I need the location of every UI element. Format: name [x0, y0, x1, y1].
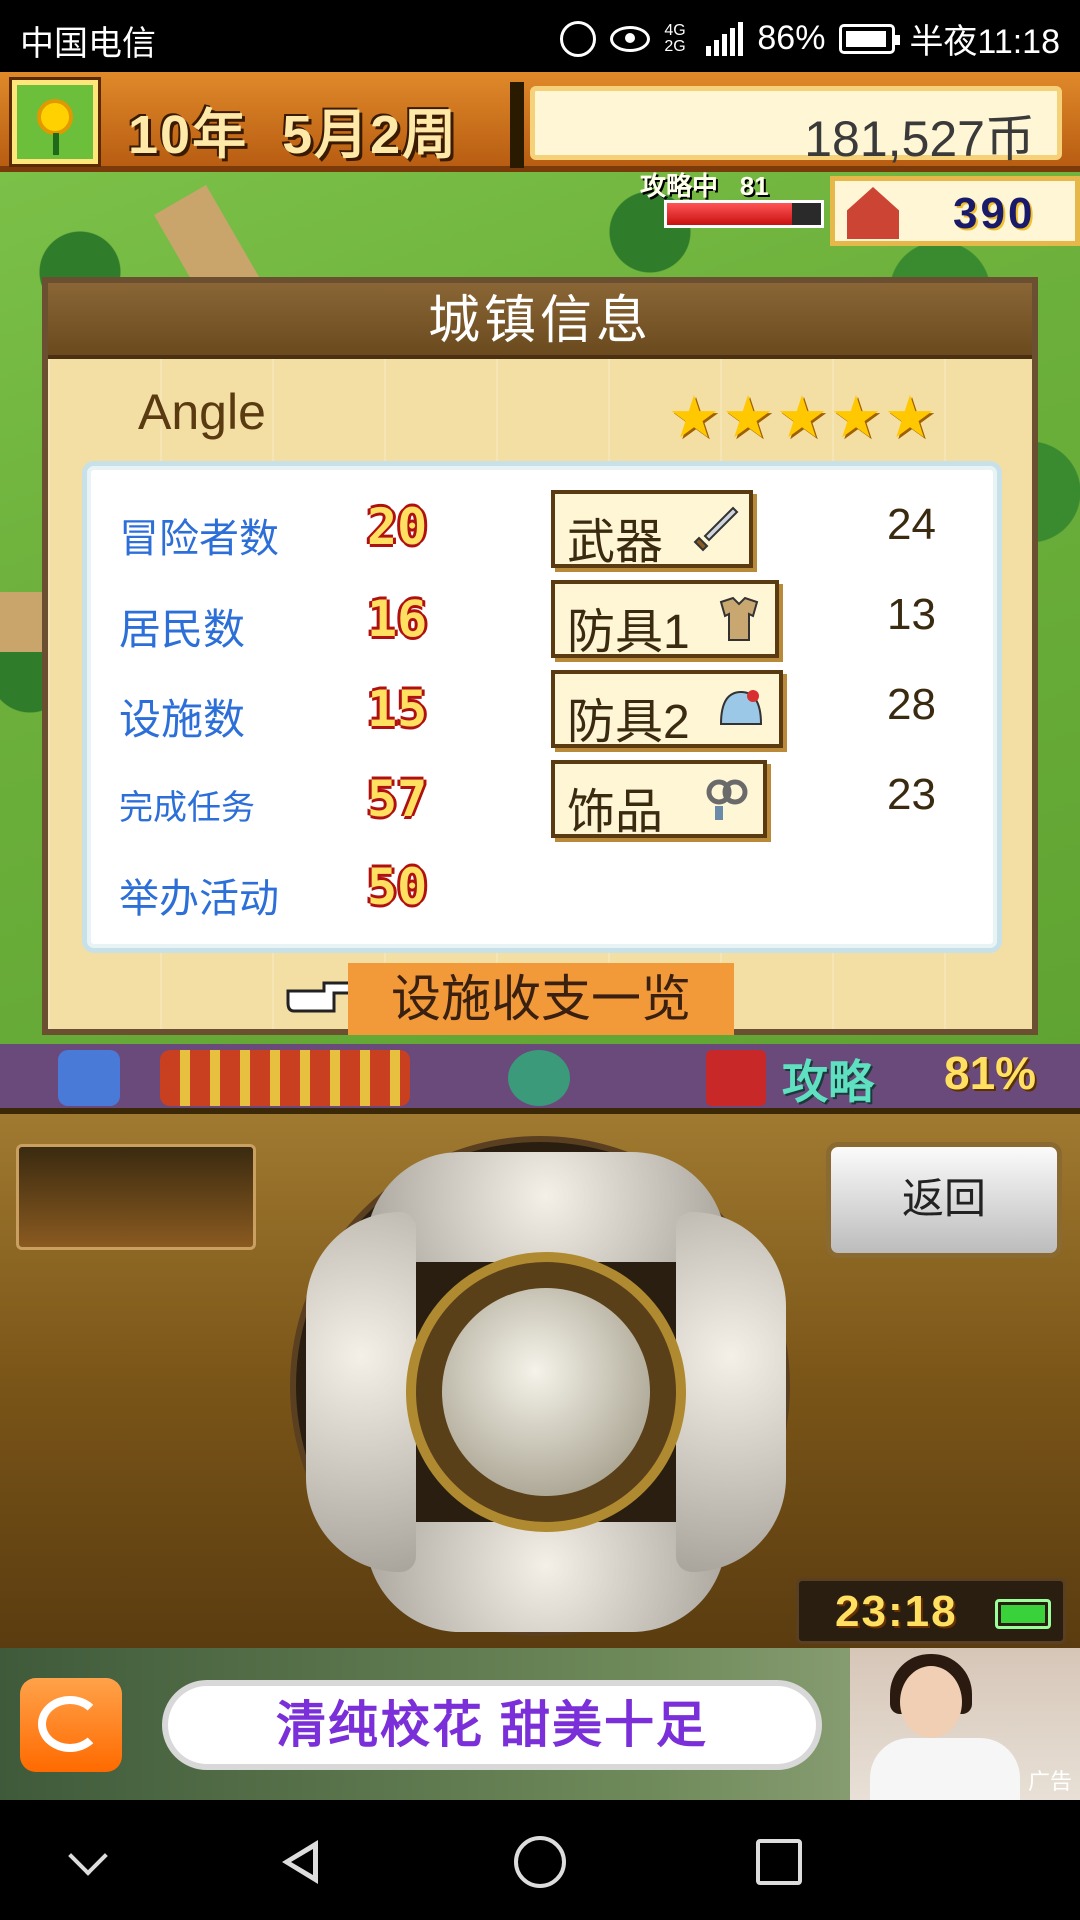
armor1-button[interactable]: 防具1	[551, 580, 779, 659]
signal-icon	[706, 21, 744, 56]
battery-icon	[839, 23, 901, 54]
clock-label: 半夜11:18	[909, 23, 1060, 61]
sword-icon	[693, 506, 739, 552]
money-display: 181,527币	[530, 86, 1062, 167]
town-stats-panel: 冒险者数 20 居民数 16 设施数 15 完成任务 57 举办活动 50 武器…	[82, 461, 1002, 953]
facility-count-label: 设施数	[119, 696, 246, 743]
siege-progress-label: 攻略中 81	[640, 171, 769, 201]
town-name: Angle	[138, 384, 266, 440]
helmet-icon	[719, 690, 763, 725]
game-date: 10年 5月2周	[128, 90, 458, 169]
ad-tag: 广告	[1027, 1769, 1072, 1794]
events-held-label: 举办活动	[119, 877, 279, 921]
accessory-icon	[706, 779, 748, 820]
population-box: 390	[830, 176, 1080, 246]
recents-nav-icon[interactable]	[756, 1839, 802, 1885]
events-held-value: 50	[367, 858, 428, 916]
pointing-hand-icon	[286, 981, 352, 1013]
quests-completed-value: 57	[367, 770, 428, 828]
game-clock-time: 23:18	[835, 1587, 958, 1636]
eye-comfort-icon	[610, 25, 651, 52]
battery-icon	[995, 1599, 1051, 1629]
home-nav-icon[interactable]	[514, 1836, 566, 1888]
armor1-count: 13	[887, 590, 936, 639]
accessory-count: 23	[887, 770, 936, 819]
town-rank-stars: ★★★★★	[668, 385, 938, 450]
hide-nav-icon[interactable]	[64, 1836, 116, 1888]
dpad-down-button[interactable]	[366, 1522, 726, 1632]
status-icons: 4G 2G 86% 半夜11:18	[560, 14, 1060, 63]
town-info-dialog: 城镇信息 Angle ★★★★★ 冒险者数 20 居民数 16 设施数 15 完…	[42, 277, 1038, 1035]
armor2-button[interactable]: 防具2	[551, 670, 783, 749]
ad-banner[interactable]: 清纯校花 甜美十足 广告	[0, 1648, 1080, 1800]
adventurer-count-value: 20	[367, 498, 428, 556]
quests-completed-label: 完成任务	[119, 789, 255, 827]
confirm-button[interactable]	[442, 1288, 650, 1496]
empty-slot	[16, 1144, 256, 1250]
back-button[interactable]: 返回	[826, 1142, 1062, 1258]
battery-percent: 86%	[757, 19, 826, 57]
town-flower-icon[interactable]	[9, 77, 101, 167]
accessory-button[interactable]: 饰品	[551, 760, 767, 839]
back-nav-icon[interactable]	[274, 1836, 326, 1888]
treasure-chest-icon	[706, 1050, 766, 1106]
dpad-left-button[interactable]	[306, 1212, 416, 1572]
weapon-button[interactable]: 武器	[551, 490, 753, 569]
dpad-up-button[interactable]	[366, 1152, 726, 1262]
controller-panel: 返回 23:18	[0, 1108, 1080, 1648]
ad-text: 清纯校花 甜美十足	[162, 1680, 822, 1770]
navigation-bar	[0, 1800, 1080, 1920]
resident-count-value: 16	[367, 590, 428, 648]
siege-progress-bar	[664, 200, 824, 228]
year-label: 10年	[128, 105, 249, 165]
population-value: 390	[953, 189, 1036, 238]
top-bar: 10年 5月2周 181,527币	[0, 72, 1080, 172]
dpad	[290, 1136, 790, 1636]
carrier-label: 中国电信	[20, 25, 156, 63]
adventurer-count-label: 冒险者数	[119, 517, 279, 561]
building-sprite-icon	[160, 1050, 410, 1106]
facility-count-value: 15	[367, 680, 428, 738]
siege-progress-fill	[667, 203, 792, 225]
weapon-count: 24	[887, 500, 936, 549]
uc-browser-logo-icon	[20, 1678, 122, 1772]
monster-sprite-icon	[508, 1050, 570, 1106]
siege-progress: 攻略中 81	[640, 171, 850, 242]
armor-icon	[719, 596, 759, 641]
siege-percent: 81%	[944, 1047, 1037, 1099]
house-icon	[847, 187, 899, 239]
month-week-label: 5月2周	[282, 105, 459, 165]
divider	[510, 82, 524, 168]
facility-balance-button[interactable]: 设施收支一览	[348, 963, 734, 1035]
game-clock: 23:18	[796, 1578, 1066, 1644]
dialog-title: 城镇信息	[48, 283, 1032, 359]
resident-count-label: 居民数	[119, 606, 246, 653]
siege-label: 攻略	[782, 1056, 874, 1108]
alarm-icon	[560, 20, 597, 57]
dpad-center-ring	[406, 1252, 686, 1532]
game-view[interactable]: 10年 5月2周 181,527币 攻略中 81 390 城镇信息 Angle …	[0, 72, 1080, 1108]
ad-photo: 广告	[850, 1648, 1080, 1800]
status-bar: 中国电信 4G 2G 86% 半夜11:18	[0, 0, 1080, 72]
dpad-right-button[interactable]	[676, 1212, 786, 1572]
network-type-label: 4G 2G	[664, 21, 686, 55]
adventurer-sprite-icon	[58, 1050, 120, 1106]
armor2-count: 28	[887, 680, 936, 729]
